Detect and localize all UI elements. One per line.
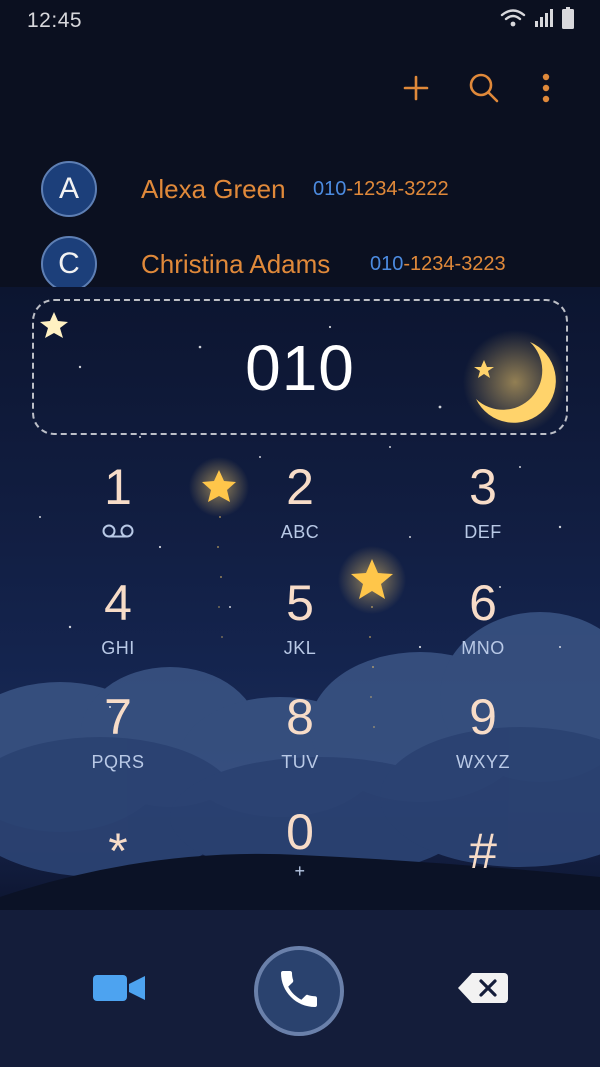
key-digit: 7 [104, 689, 132, 745]
contact-name: Alexa Green [141, 174, 286, 204]
key-letters: ABC [280, 522, 320, 542]
battery-icon [562, 6, 574, 34]
number-rest: -1234-3223 [403, 253, 506, 275]
dialpad-panel: 010 1 2 ABC 3 DEF 4 GHI 5 JKL 6 MNO 7 PQ… [0, 287, 600, 910]
contact-number: 010-1234-3222 [313, 178, 449, 201]
key-letters: PQRS [91, 752, 145, 772]
key-7[interactable]: 7 PQRS [58, 690, 178, 790]
key-star[interactable]: * [58, 824, 178, 910]
voicemail-icon [58, 522, 178, 543]
key-1[interactable]: 1 [58, 460, 178, 560]
status-time: 12:45 [27, 9, 83, 32]
key-digit: 6 [469, 575, 497, 631]
key-5[interactable]: 5 JKL [240, 576, 360, 676]
call-bar [0, 910, 600, 1067]
key-2[interactable]: 2 ABC [240, 460, 360, 560]
key-digit: 1 [104, 459, 132, 515]
status-icons [500, 6, 574, 34]
key-digit: 5 [286, 575, 314, 631]
key-3[interactable]: 3 DEF [423, 460, 543, 560]
toolbar [0, 60, 600, 116]
key-digit: 9 [469, 689, 497, 745]
number-display[interactable]: 010 [32, 299, 568, 435]
signal-icon [534, 8, 554, 33]
key-letters: JKL [283, 638, 317, 658]
key-hash[interactable]: # [423, 824, 543, 910]
add-icon[interactable] [398, 70, 434, 106]
key-6[interactable]: 6 MNO [423, 576, 543, 676]
key-digit: * [108, 823, 128, 879]
entered-number: 010 [245, 332, 355, 404]
search-icon[interactable] [466, 70, 502, 106]
wifi-icon [500, 8, 526, 33]
more-vert-icon[interactable] [528, 70, 564, 106]
phone-call-icon [275, 965, 323, 1018]
key-letters: GHI [101, 638, 135, 658]
video-call-icon [93, 971, 145, 1010]
key-digit: 3 [469, 459, 497, 515]
contact-number: 010-1234-3223 [370, 253, 506, 276]
key-letters: DEF [464, 522, 502, 542]
key-digit: 4 [104, 575, 132, 631]
key-letters: WXYZ [456, 752, 510, 772]
call-button[interactable] [254, 946, 344, 1036]
key-0[interactable]: 0 + [240, 805, 360, 905]
avatar: C [41, 236, 97, 292]
contact-name: Christina Adams [141, 249, 331, 279]
backspace-button[interactable] [455, 968, 511, 1012]
number-rest: -1234-3222 [346, 178, 449, 200]
key-8[interactable]: 8 TUV [240, 690, 360, 790]
key-digit: # [469, 823, 497, 879]
key-digit: 0 [286, 804, 314, 860]
dialer-screen: 12:45 A Alexa Green 010-1234-3222 C Chri… [0, 0, 600, 1067]
status-bar: 12:45 [0, 0, 600, 42]
key-9[interactable]: 9 WXYZ [423, 690, 543, 790]
key-letters: MNO [461, 638, 505, 658]
key-4[interactable]: 4 GHI [58, 576, 178, 676]
video-call-button[interactable] [90, 968, 148, 1012]
key-digit: 2 [286, 459, 314, 515]
contact-row[interactable]: A Alexa Green 010-1234-3222 [0, 156, 600, 224]
backspace-icon [458, 972, 508, 1008]
key-letters: + [294, 861, 306, 881]
number-match: 010 [370, 253, 404, 275]
avatar: A [41, 161, 97, 217]
key-digit: 8 [286, 689, 314, 745]
number-match: 010 [313, 178, 347, 200]
key-letters: TUV [281, 752, 319, 772]
